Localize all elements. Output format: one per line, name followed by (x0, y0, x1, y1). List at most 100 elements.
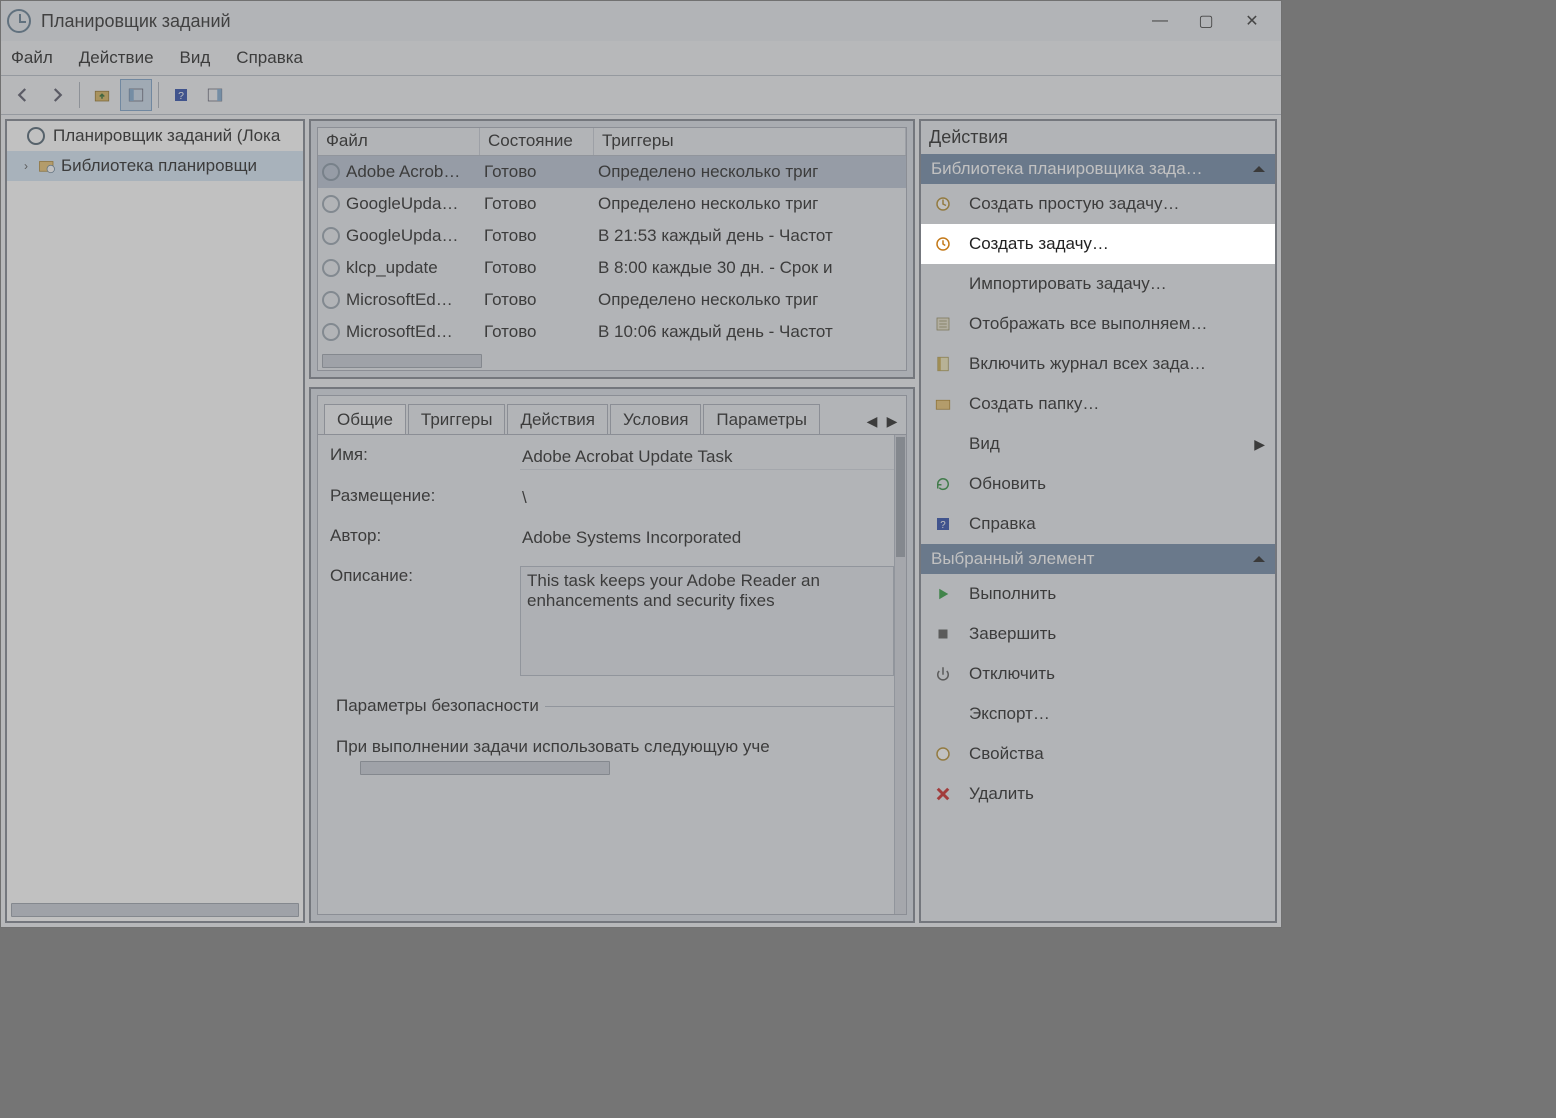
action-item-icon (931, 702, 955, 726)
action-item-icon (931, 782, 955, 806)
task-row[interactable]: MicrosoftEd…ГотовоВ 10:06 каждый день - … (318, 316, 906, 348)
window-title: Планировщик заданий (41, 11, 231, 32)
task-state: Готово (480, 290, 594, 310)
maximize-button[interactable]: ▢ (1183, 5, 1229, 37)
tab-scroll-right[interactable]: ▶ (882, 408, 902, 434)
action-item[interactable]: Экспорт… (921, 694, 1275, 734)
titlebar: Планировщик заданий ― ▢ ✕ (1, 1, 1281, 41)
center-pane: Файл Состояние Триггеры Adobe Acrob…Гото… (309, 119, 915, 923)
action-item-label: Завершить (969, 624, 1056, 644)
collapse-icon (1253, 550, 1265, 562)
action-item-label: Импортировать задачу… (969, 274, 1167, 294)
tree-library[interactable]: › Библиотека планировщи (7, 151, 303, 181)
action-item-label: Отключить (969, 664, 1055, 684)
task-row[interactable]: MicrosoftEd…ГотовоОпределено несколько т… (318, 284, 906, 316)
actions-section-selected[interactable]: Выбранный элемент (921, 544, 1275, 574)
tab-scroll-left[interactable]: ◀ (862, 408, 882, 434)
tab-general[interactable]: Общие (324, 404, 406, 435)
action-item[interactable]: Завершить (921, 614, 1275, 654)
task-list: Файл Состояние Триггеры Adobe Acrob…Гото… (309, 119, 915, 379)
action-item-label: Справка (969, 514, 1036, 534)
folder-clock-icon (37, 156, 57, 176)
action-item[interactable]: Обновить (921, 464, 1275, 504)
action-item[interactable]: Включить журнал всех зада… (921, 344, 1275, 384)
task-row[interactable]: GoogleUpda…ГотовоОпределено несколько тр… (318, 188, 906, 220)
tab-triggers[interactable]: Триггеры (408, 404, 506, 434)
tree-pane: Планировщик заданий (Лока › Библиотека п… (5, 119, 305, 923)
action-item[interactable]: Удалить (921, 774, 1275, 814)
menu-action[interactable]: Действие (79, 48, 154, 68)
task-state: Готово (480, 226, 594, 246)
clock-icon (29, 126, 49, 146)
col-state[interactable]: Состояние (480, 128, 594, 155)
task-row[interactable]: GoogleUpda… ГотовоВ 21:53 каждый день - Ч… (318, 220, 906, 252)
tasklist-horizontal-scrollbar[interactable] (322, 354, 482, 368)
toolbar: ? (1, 75, 1281, 115)
action-item-label: Удалить (969, 784, 1034, 804)
actions-pane-title: Действия (921, 121, 1275, 154)
action-item-label: Свойства (969, 744, 1044, 764)
detail-vertical-scrollbar[interactable] (894, 435, 906, 914)
help-toolbar-button[interactable]: ? (165, 79, 197, 111)
menubar: Файл Действие Вид Справка (1, 41, 1281, 75)
tree-root-label: Планировщик заданий (Лока (53, 126, 280, 146)
col-trigger[interactable]: Триггеры (594, 128, 906, 155)
description-value: This task keeps your Adobe Reader an enh… (520, 566, 894, 676)
task-name: GoogleUpda… (346, 226, 458, 246)
task-trigger: В 21:53 каждый день - Частот (594, 226, 906, 246)
nav-back-button[interactable] (7, 79, 39, 111)
detail-horizontal-scrollbar[interactable] (360, 761, 610, 775)
task-row[interactable]: Adobe Acrob…ГотовоОпределено несколько т… (318, 156, 906, 188)
task-name: MicrosoftEd… (346, 322, 453, 342)
action-item-icon (931, 312, 955, 336)
action-item-label: Создать простую задачу… (969, 194, 1180, 214)
tab-settings[interactable]: Параметры (703, 404, 820, 434)
action-item-icon (931, 192, 955, 216)
action-item[interactable]: Создать папку… (921, 384, 1275, 424)
up-folder-button[interactable] (86, 79, 118, 111)
action-item-icon (931, 472, 955, 496)
action-item[interactable]: Отключить (921, 654, 1275, 694)
minimize-button[interactable]: ― (1137, 5, 1183, 37)
task-trigger: Определено несколько триг (594, 290, 906, 310)
action-item[interactable]: Создать задачу… (921, 224, 1275, 264)
task-state: Готово (480, 162, 594, 182)
clock-icon (322, 259, 340, 277)
task-detail: Общие Триггеры Действия Условия Параметр… (309, 387, 915, 923)
menu-view[interactable]: Вид (180, 48, 211, 68)
action-item[interactable]: Импортировать задачу… (921, 264, 1275, 304)
show-hide-action-pane-button[interactable] (199, 79, 231, 111)
action-item[interactable]: ?Справка (921, 504, 1275, 544)
action-item[interactable]: Выполнить (921, 574, 1275, 614)
expand-icon[interactable]: › (19, 159, 33, 173)
action-item[interactable]: Создать простую задачу… (921, 184, 1275, 224)
action-item-icon (931, 432, 955, 456)
task-trigger: В 10:06 каждый день - Частот (594, 322, 906, 342)
actions-section-library-label: Библиотека планировщика зада… (931, 159, 1203, 179)
tab-actions[interactable]: Действия (507, 404, 607, 434)
clock-icon (322, 291, 340, 309)
menu-file[interactable]: Файл (11, 48, 53, 68)
tree-horizontal-scrollbar[interactable] (11, 903, 299, 917)
action-item[interactable]: Вид▶ (921, 424, 1275, 464)
tab-general-body: Имя: Adobe Acrobat Update Task Размещени… (318, 434, 906, 914)
name-label: Имя: (330, 445, 520, 470)
action-item[interactable]: Отображать все выполняем… (921, 304, 1275, 344)
tree-root[interactable]: Планировщик заданий (Лока (7, 121, 303, 151)
show-hide-tree-button[interactable] (120, 79, 152, 111)
tab-conditions[interactable]: Условия (610, 404, 701, 434)
col-file[interactable]: Файл (318, 128, 480, 155)
task-trigger: В 8:00 каждые 30 дн. - Срок и (594, 258, 906, 278)
name-value: Adobe Acrobat Update Task (520, 445, 894, 470)
task-name: GoogleUpda… (346, 194, 458, 214)
actions-section-library[interactable]: Библиотека планировщика зада… (921, 154, 1275, 184)
task-row[interactable]: klcp_updateГотовоВ 8:00 каждые 30 дн. - … (318, 252, 906, 284)
task-list-header: Файл Состояние Триггеры (318, 128, 906, 156)
menu-help[interactable]: Справка (236, 48, 303, 68)
close-button[interactable]: ✕ (1229, 5, 1275, 37)
nav-forward-button[interactable] (41, 79, 73, 111)
action-item[interactable]: Свойства (921, 734, 1275, 774)
description-label: Описание: (330, 566, 520, 676)
security-group: Параметры безопасности При выполнении за… (330, 706, 894, 761)
task-name: klcp_update (346, 258, 438, 278)
